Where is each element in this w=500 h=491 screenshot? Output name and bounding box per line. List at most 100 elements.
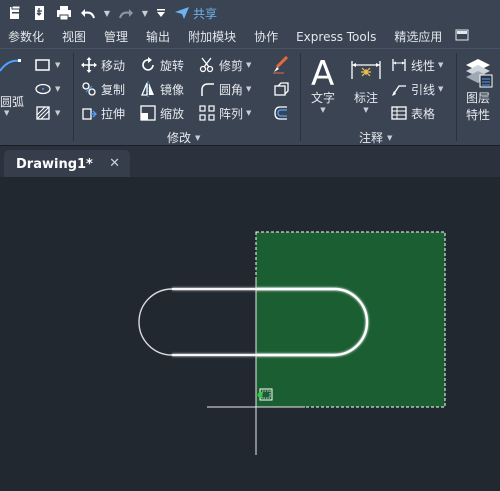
- layers-stack-icon: [466, 59, 493, 88]
- text-label: 文字: [310, 91, 335, 105]
- array-dropdown-chevron-down-icon[interactable]: ▼: [246, 109, 251, 117]
- annotation-group-chevron-down-icon: ▼: [387, 133, 393, 142]
- mirror-label: 镜像: [160, 82, 185, 97]
- leader-button[interactable]: 引线 ▼: [390, 79, 443, 99]
- share-button[interactable]: 共享: [174, 5, 217, 22]
- paper-plane-icon: [175, 7, 189, 19]
- dimension-icon: [351, 61, 381, 79]
- tab-output[interactable]: 输出: [137, 26, 179, 48]
- fillet-button[interactable]: 圆角 ▼: [198, 79, 251, 99]
- modify-group-label[interactable]: 修改 ▼: [167, 129, 200, 146]
- quick-access-toolbar: ▼ ▼ 共享: [0, 0, 500, 26]
- trim-dropdown-chevron-down-icon[interactable]: ▼: [246, 61, 251, 69]
- copy-button[interactable]: 复制: [80, 79, 125, 99]
- snap-marker: [257, 392, 263, 398]
- ribbon-minimize-button[interactable]: [451, 26, 473, 48]
- share-label: 共享: [193, 6, 218, 21]
- table-button[interactable]: 表格: [390, 103, 435, 123]
- print-icon[interactable]: [54, 3, 74, 23]
- open-file-icon[interactable]: [6, 3, 26, 23]
- text-button[interactable]: A 文字 ▼: [309, 55, 337, 114]
- arc-tool[interactable]: 圆弧: [0, 91, 24, 111]
- linear-dimension-button[interactable]: 线性 ▼: [390, 55, 443, 75]
- array-icon: [198, 104, 216, 122]
- mirror-icon: [139, 80, 157, 98]
- drawing-canvas[interactable]: [0, 177, 500, 491]
- rectangle-dropdown-chevron-down-icon[interactable]: ▼: [55, 61, 60, 69]
- layer-properties-button[interactable]: 图层 特性: [462, 55, 494, 123]
- polyline-tool[interactable]: [0, 55, 22, 75]
- arc-label: 圆弧: [0, 94, 25, 109]
- annotation-group-label[interactable]: 注释 ▼: [359, 129, 392, 146]
- offset-button[interactable]: [272, 103, 290, 123]
- close-icon[interactable]: ✕: [109, 156, 120, 171]
- modify-label: 修改: [167, 131, 192, 145]
- svg-text:A: A: [311, 55, 334, 89]
- erase-button[interactable]: [272, 55, 290, 75]
- explode-icon: [272, 80, 290, 98]
- dimension-button[interactable]: 标注 ▼: [349, 55, 383, 114]
- layer-properties-line2: 特性: [465, 108, 490, 122]
- explode-button[interactable]: [272, 79, 290, 99]
- hatch-dropdown-chevron-down-icon[interactable]: ▼: [55, 109, 60, 117]
- rectangle-icon: [34, 56, 52, 74]
- ellipse-tool[interactable]: ▼: [34, 79, 60, 99]
- rotate-icon: [139, 56, 157, 74]
- tab-express-tools[interactable]: Express Tools: [287, 26, 385, 48]
- move-button[interactable]: 移动: [80, 55, 125, 75]
- layer-properties-line1: 图层: [465, 91, 490, 105]
- fillet-label: 圆角: [219, 82, 244, 97]
- hatch-tool[interactable]: ▼: [34, 103, 60, 123]
- redo-icon[interactable]: [116, 3, 136, 23]
- trim-label: 修剪: [219, 58, 244, 73]
- ribbon-panel: ▼ ▼ ▼ 圆弧 ▼ 移动 旋转 修剪 ▼ 复制 镜像 圆角 ▼ 拉伸 缩放 阵…: [0, 48, 500, 145]
- array-label: 阵列: [219, 106, 244, 121]
- slot-shape-unselected: [138, 288, 256, 356]
- rotate-button[interactable]: 旋转: [139, 55, 184, 75]
- drawing-tab-title: Drawing1*: [16, 156, 93, 172]
- stretch-label: 拉伸: [101, 106, 126, 121]
- panel-divider: [300, 53, 301, 141]
- document-tab-strip: Drawing1* ✕: [0, 145, 500, 178]
- mirror-button[interactable]: 镜像: [139, 79, 184, 99]
- tab-drawing1[interactable]: Drawing1* ✕: [4, 150, 130, 178]
- tab-collaborate[interactable]: 协作: [245, 26, 287, 48]
- scale-icon: [139, 104, 157, 122]
- scale-label: 缩放: [160, 106, 185, 121]
- tab-view[interactable]: 视图: [53, 26, 95, 48]
- linear-dimension-icon: [390, 56, 408, 74]
- tab-manage[interactable]: 管理: [95, 26, 137, 48]
- tab-parametric[interactable]: 参数化: [0, 26, 53, 48]
- hatch-icon: [34, 104, 52, 122]
- undo-dropdown-chevron-down-icon[interactable]: ▼: [102, 3, 112, 23]
- text-dropdown-chevron-down-icon[interactable]: ▼: [320, 106, 325, 114]
- ellipse-dropdown-chevron-down-icon[interactable]: ▼: [55, 85, 60, 93]
- linear-dropdown-chevron-down-icon[interactable]: ▼: [438, 61, 443, 69]
- dimension-label: 标注: [353, 91, 378, 105]
- panel-divider: [456, 53, 457, 141]
- scale-button[interactable]: 缩放: [139, 103, 184, 123]
- move-label: 移动: [101, 58, 126, 73]
- leader-dropdown-chevron-down-icon[interactable]: ▼: [438, 85, 443, 93]
- undo-icon[interactable]: [78, 3, 98, 23]
- fillet-dropdown-chevron-down-icon[interactable]: ▼: [246, 85, 251, 93]
- arc-dropdown-chevron-down-icon[interactable]: ▼: [4, 109, 9, 117]
- stretch-icon: [80, 104, 98, 122]
- fillet-icon: [198, 80, 216, 98]
- redo-dropdown-chevron-down-icon[interactable]: ▼: [140, 3, 150, 23]
- annotation-label: 注释: [359, 131, 384, 145]
- save-file-icon[interactable]: [30, 3, 50, 23]
- customize-toolbar-chevron-down-icon[interactable]: [154, 3, 168, 23]
- stretch-button[interactable]: 拉伸: [80, 103, 125, 123]
- dimension-dropdown-chevron-down-icon[interactable]: ▼: [363, 106, 368, 114]
- trim-button[interactable]: 修剪 ▼: [198, 55, 251, 75]
- array-button[interactable]: 阵列 ▼: [198, 103, 251, 123]
- offset-icon: [272, 104, 290, 122]
- rectangle-tool[interactable]: ▼: [34, 55, 60, 75]
- tab-add-ins[interactable]: 附加模块: [179, 26, 245, 48]
- tab-featured-apps[interactable]: 精选应用: [385, 26, 451, 48]
- copy-icon: [80, 80, 98, 98]
- selection-window: [255, 231, 446, 408]
- text-a-icon: A: [311, 55, 334, 89]
- modify-group-chevron-down-icon: ▼: [195, 133, 201, 142]
